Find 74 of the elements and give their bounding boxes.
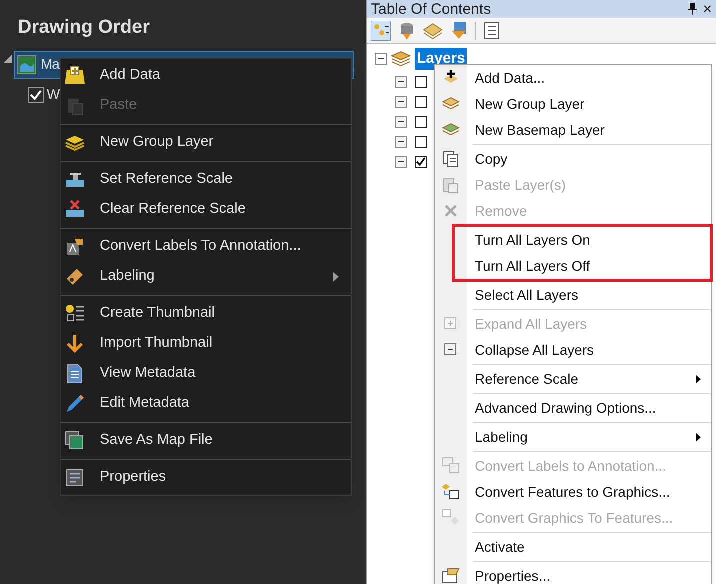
- submenu-arrow-icon: [696, 432, 701, 442]
- menu-item[interactable]: Labeling: [435, 424, 711, 450]
- menu-item[interactable]: Convert Labels To Annotation...: [61, 232, 351, 262]
- pencil-icon: [65, 394, 85, 414]
- tag-icon: [65, 267, 85, 287]
- map-icon: [17, 54, 37, 74]
- menu-item[interactable]: View Metadata: [61, 359, 351, 389]
- menu-item[interactable]: Create Thumbnail: [61, 299, 351, 329]
- menu-item[interactable]: Properties...: [435, 563, 711, 584]
- checkbox[interactable]: [415, 136, 427, 148]
- folder-plus-icon: [65, 66, 85, 86]
- panel-title: Drawing Order: [17, 16, 151, 40]
- properties-icon: [65, 468, 85, 488]
- checkbox[interactable]: [28, 86, 44, 102]
- graphics-to-features-icon: [442, 509, 460, 527]
- menu-item[interactable]: Turn All Layers On: [455, 227, 710, 253]
- check-icon: [30, 88, 42, 100]
- expand-icon: [4, 55, 12, 63]
- annotation-icon: [442, 457, 460, 475]
- layers-icon: [391, 50, 411, 68]
- collapse-icon[interactable]: [395, 156, 407, 168]
- layer-down-icon[interactable]: [449, 20, 469, 40]
- checkbox[interactable]: [415, 76, 427, 88]
- thumbnail-icon: [65, 304, 85, 324]
- submenu-arrow-icon: [696, 374, 701, 384]
- menu-item[interactable]: New Group Layer: [435, 91, 711, 117]
- menu-item[interactable]: Advanced Drawing Options...: [435, 395, 711, 421]
- tree-label: Ma: [41, 55, 60, 74]
- scale-icon: [65, 170, 85, 190]
- menu-item[interactable]: Labeling: [61, 262, 351, 292]
- checkbox[interactable]: [415, 116, 427, 128]
- copy-icon: [442, 150, 460, 168]
- properties-icon: [442, 567, 460, 584]
- menu-item[interactable]: Convert Features to Graphics...: [435, 479, 711, 505]
- checkbox[interactable]: [415, 96, 427, 108]
- menu-item[interactable]: Save As Map File: [61, 426, 351, 456]
- menu-item[interactable]: New Basemap Layer: [435, 117, 711, 143]
- menu-item[interactable]: Set Reference Scale: [61, 165, 351, 195]
- menu-item[interactable]: Turn All Layers Off: [455, 253, 710, 279]
- menu-item[interactable]: Select All Layers: [435, 282, 711, 308]
- submenu-arrow-icon: [333, 272, 339, 282]
- menu-item[interactable]: Clear Reference Scale: [61, 195, 351, 225]
- features-to-graphics-icon: [442, 483, 460, 501]
- clipboard-icon: [442, 176, 460, 194]
- collapse-icon[interactable]: [375, 53, 387, 65]
- collapse-icon[interactable]: [395, 116, 407, 128]
- map-file-icon: [65, 431, 85, 451]
- clipboard-icon: [65, 96, 85, 116]
- options-icon[interactable]: [482, 20, 502, 40]
- checkbox[interactable]: [415, 156, 427, 168]
- menu-item[interactable]: Add Data: [61, 61, 351, 91]
- menu-item[interactable]: Reference Scale: [435, 366, 711, 392]
- list-by-drawing-order-icon[interactable]: [371, 20, 391, 40]
- menu-item[interactable]: Edit Metadata: [61, 389, 351, 419]
- down-arrow-icon: [65, 334, 85, 354]
- tree-label: W: [47, 85, 60, 104]
- menu-item[interactable]: Collapse All Layers: [435, 337, 711, 363]
- menu-item[interactable]: Import Thumbnail: [61, 329, 351, 359]
- panel-title: Table Of Contents: [371, 2, 492, 16]
- layers-icon: [65, 133, 85, 153]
- menu-item[interactable]: Properties: [61, 463, 351, 493]
- close-button[interactable]: ×: [703, 2, 712, 16]
- menu-item[interactable]: Copy: [435, 146, 711, 172]
- clear-scale-icon: [65, 200, 85, 220]
- check-icon: [416, 157, 426, 167]
- menu-item[interactable]: Activate: [435, 534, 711, 560]
- layers-icon[interactable]: [423, 20, 443, 40]
- annotation-icon: [65, 237, 85, 257]
- collapse-icon[interactable]: [395, 96, 407, 108]
- document-icon: [65, 364, 85, 384]
- collapse-icon[interactable]: [395, 76, 407, 88]
- collapse-icon[interactable]: [395, 136, 407, 148]
- menu-item[interactable]: New Group Layer: [61, 128, 351, 158]
- pin-icon[interactable]: [688, 3, 698, 15]
